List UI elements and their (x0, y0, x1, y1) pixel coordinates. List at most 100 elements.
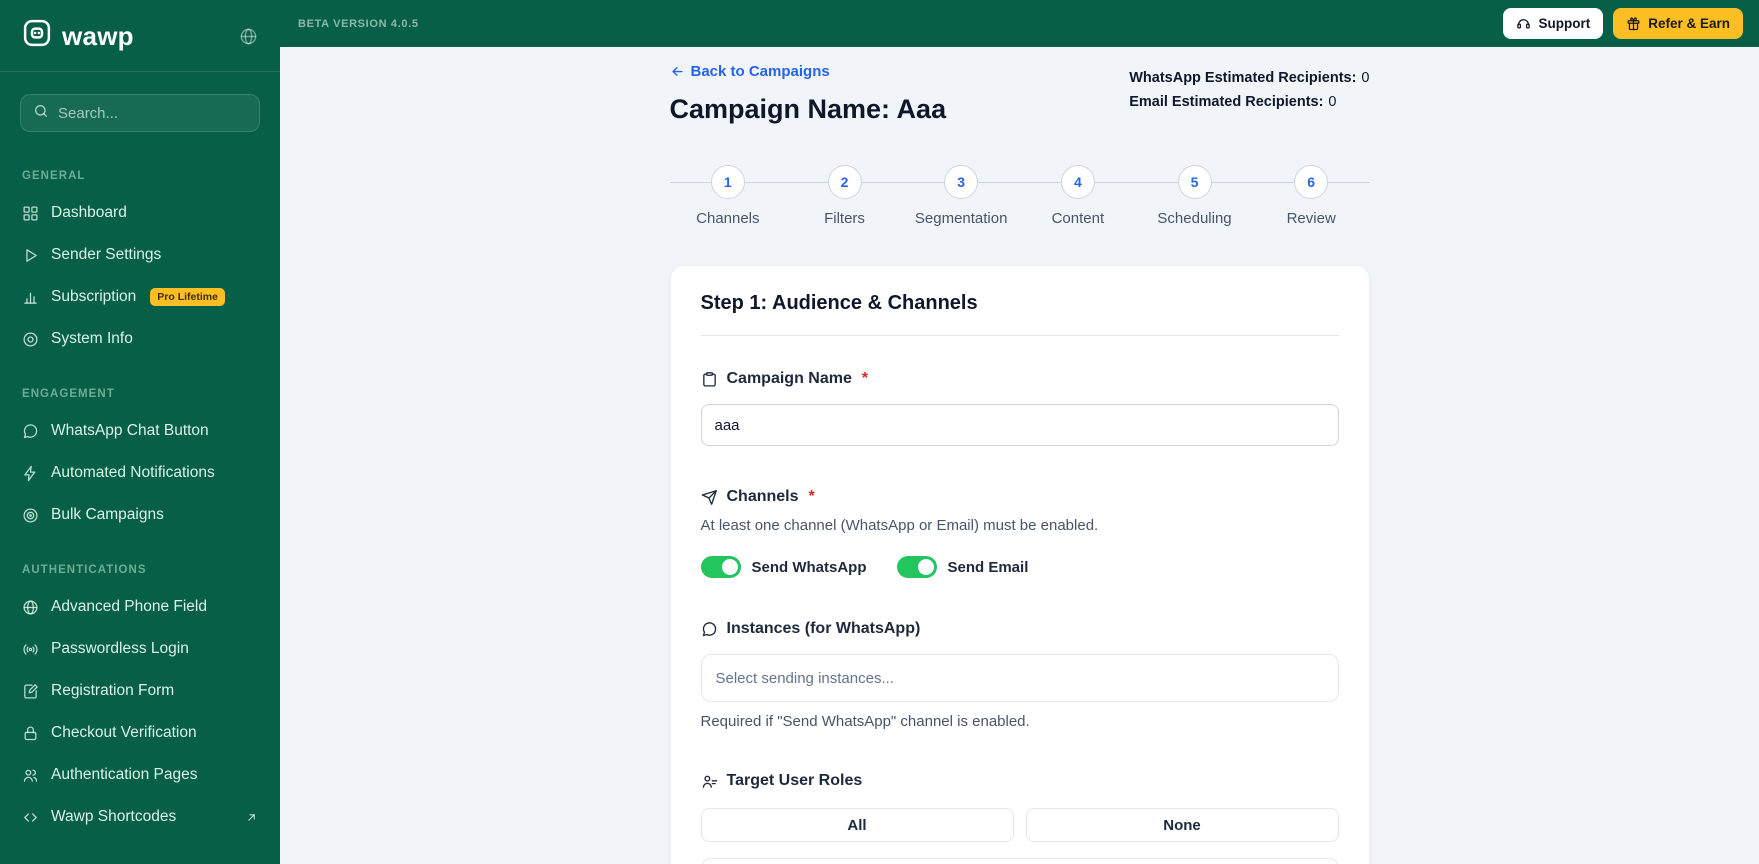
required-asterisk: * (861, 370, 869, 387)
email-recipients-row: Email Estimated Recipients: 0 (1129, 91, 1369, 115)
send-icon (26, 248, 37, 262)
support-button[interactable]: Support (1503, 8, 1604, 39)
gift-icon (1627, 17, 1640, 31)
sidebar-item-sender-settings[interactable]: Sender Settings (14, 234, 266, 276)
wawp-logo[interactable]: wawp (22, 18, 134, 55)
instances-label-row: Instances (for WhatsApp) (701, 620, 1339, 638)
step-content[interactable]: 4 Content (1020, 165, 1137, 227)
target-icon (23, 507, 38, 523)
channels-label: Channels (726, 488, 799, 505)
search-icon (33, 103, 49, 124)
code-icon (24, 812, 37, 822)
arrow-left-icon (671, 67, 683, 76)
topbar-actions: Support Refer & Earn (1503, 8, 1743, 39)
topbar: BETA VERSION 4.0.5 Support Refer & Earn (280, 0, 1759, 47)
clipboard-icon (702, 371, 716, 387)
wawp-logo-icon (22, 18, 52, 55)
roles-label-row: Target User Roles (701, 772, 1339, 790)
sidebar-item-advanced-phone-field[interactable]: Advanced Phone Field (14, 586, 266, 628)
roles-select[interactable] (700, 858, 1339, 864)
chart-icon (24, 292, 37, 304)
step-circle: 1 (710, 165, 745, 199)
sidebar-search[interactable] (20, 94, 260, 132)
page-header: Back to Campaigns Campaign Name: Aaa Wha… (670, 63, 1370, 125)
step-label: Segmentation (914, 210, 1008, 227)
step1-card: Step 1: Audience & Channels Campaign Nam… (669, 265, 1370, 864)
nav-section-authentications: AUTHENTICATIONS (22, 564, 147, 576)
card-divider (700, 335, 1339, 336)
send-email-toggle-row: Send Email (896, 556, 1028, 578)
roles-quick-select: All None (700, 808, 1339, 842)
sidebar-item-system-info[interactable]: System Info (14, 318, 266, 360)
whatsapp-recipients-row: WhatsApp Estimated Recipients: 0 (1129, 67, 1369, 91)
sidebar-item-label: Subscription (51, 288, 137, 305)
sidebar-item-label: Registration Form (51, 682, 175, 699)
refer-earn-button[interactable]: Refer & Earn (1613, 8, 1743, 39)
sidebar-item-authentication-pages[interactable]: Authentication Pages (14, 754, 266, 796)
nav-section-general: GENERAL (22, 170, 86, 182)
external-link-icon (245, 811, 258, 824)
sidebar-item-label: System Info (51, 330, 133, 347)
whatsapp-recipients-value: 0 (1361, 70, 1370, 86)
lock-icon (24, 726, 37, 740)
language-globe-icon[interactable] (239, 27, 258, 46)
channels-helper-text: At least one channel (WhatsApp or Email)… (700, 517, 1099, 534)
sidebar-item-wawp-shortcodes[interactable]: Wawp Shortcodes (14, 796, 266, 838)
step-circle: 5 (1177, 165, 1212, 199)
roles-all-button[interactable]: All (700, 808, 1014, 842)
instances-label: Instances (for WhatsApp) (726, 620, 921, 637)
campaign-name-input[interactable] (700, 404, 1339, 446)
toggle-knob (917, 559, 934, 575)
step-circle: 6 (1294, 165, 1329, 199)
step-review[interactable]: 6 Review (1253, 165, 1370, 227)
back-to-campaigns-link[interactable]: Back to Campaigns (670, 63, 830, 80)
estimated-recipients: WhatsApp Estimated Recipients: 0 Email Es… (1129, 67, 1369, 115)
sidebar-item-whatsapp-chat-button[interactable]: WhatsApp Chat Button (14, 410, 266, 452)
system-info-icon (23, 331, 38, 347)
user-roles-icon (702, 775, 717, 788)
sidebar-item-label: Wawp Shortcodes (51, 808, 177, 825)
sidebar-item-label: Bulk Campaigns (51, 506, 164, 523)
form-icon (24, 683, 38, 699)
search-input[interactable] (58, 104, 247, 122)
instances-select[interactable] (700, 654, 1339, 702)
sidebar-item-automated-notifications[interactable]: Automated Notifications (14, 452, 266, 494)
whatsapp-icon (23, 423, 38, 438)
sidebar-item-label: Dashboard (51, 204, 127, 221)
sidebar-item-label: Passwordless Login (51, 640, 189, 657)
email-recipients-label: Email Estimated Recipients: (1129, 93, 1324, 110)
step-circle: 3 (944, 165, 979, 199)
wawp-logo-text: wawp (62, 21, 134, 51)
step-channels[interactable]: 1 Channels (670, 165, 787, 227)
channels-field: Channels * At least one channel (WhatsAp… (700, 488, 1339, 578)
step-scheduling[interactable]: 5 Scheduling (1136, 165, 1253, 227)
sidebar-nav: GENERAL Dashboard Sender Settings Subscr… (0, 132, 280, 838)
sidebar-item-dashboard[interactable]: Dashboard (14, 192, 266, 234)
whatsapp-icon (702, 621, 716, 636)
sidebar-item-bulk-campaigns[interactable]: Bulk Campaigns (14, 494, 266, 536)
campaign-name-field: Campaign Name * (700, 370, 1339, 446)
step-filters[interactable]: 2 Filters (786, 165, 903, 227)
campaign-name-label-row: Campaign Name * (701, 370, 1339, 388)
step-label: Review (1286, 210, 1336, 227)
broadcast-icon (23, 643, 38, 655)
step-circle: 4 (1060, 165, 1095, 199)
bolt-icon (24, 465, 36, 481)
step-segmentation[interactable]: 3 Segmentation (903, 165, 1020, 227)
instances-helper-text: Required if "Send WhatsApp" channel is e… (700, 713, 1030, 730)
toggle-knob (721, 559, 738, 575)
sidebar-item-label: Sender Settings (51, 246, 162, 263)
instances-field: Instances (for WhatsApp) Required if "Se… (700, 620, 1339, 730)
globe-icon (23, 599, 38, 615)
send-whatsapp-toggle[interactable] (700, 556, 741, 578)
sidebar-item-passwordless-login[interactable]: Passwordless Login (14, 628, 266, 670)
headset-icon (1517, 19, 1531, 29)
roles-none-button[interactable]: None (1025, 808, 1339, 842)
sidebar-item-subscription[interactable]: Subscription Pro Lifetime (14, 276, 266, 318)
send-email-toggle[interactable] (896, 556, 937, 578)
sidebar-item-registration-form[interactable]: Registration Form (14, 670, 266, 712)
sidebar-item-label: Checkout Verification (51, 724, 197, 741)
channels-label-row: Channels * (701, 488, 1339, 506)
sidebar-item-checkout-verification[interactable]: Checkout Verification (14, 712, 266, 754)
main-content-area: Back to Campaigns Campaign Name: Aaa Wha… (280, 47, 1759, 864)
